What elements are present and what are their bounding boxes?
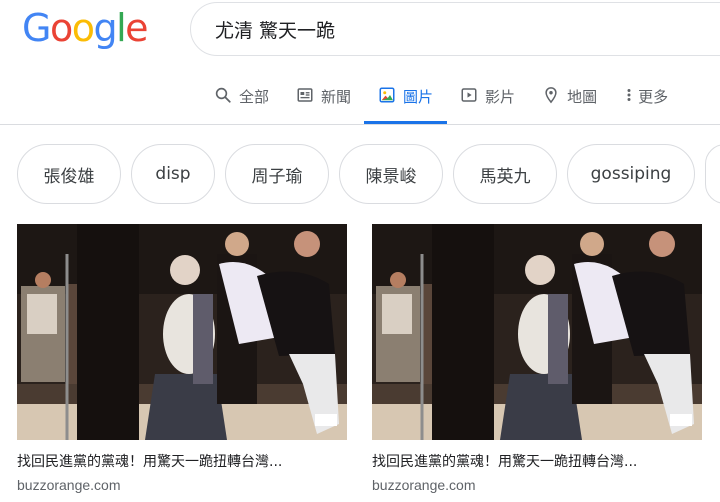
video-icon bbox=[461, 88, 477, 102]
search-box[interactable] bbox=[190, 2, 720, 56]
result-thumbnail[interactable] bbox=[17, 224, 347, 440]
more-vertical-icon bbox=[627, 89, 631, 101]
tab-label: 圖片 bbox=[403, 88, 434, 106]
chip-overflow[interactable] bbox=[705, 144, 720, 204]
tab-news[interactable]: 新聞 bbox=[296, 78, 351, 124]
logo-letter: o bbox=[71, 6, 95, 50]
logo-letter: G bbox=[22, 6, 51, 50]
image-result[interactable]: 找回民進黨的黨魂！用驚天一跪扭轉台灣... buzzorange.com bbox=[17, 224, 347, 493]
google-logo[interactable]: Google bbox=[22, 6, 149, 50]
tab-more[interactable]: 更多 bbox=[624, 78, 668, 124]
result-source[interactable]: buzzorange.com bbox=[372, 477, 702, 493]
logo-letter: e bbox=[125, 6, 148, 50]
tab-videos[interactable]: 影片 bbox=[460, 78, 515, 124]
tab-label: 地圖 bbox=[567, 88, 598, 106]
image-icon bbox=[379, 87, 395, 103]
tab-all[interactable]: 全部 bbox=[214, 78, 269, 124]
logo-letter: g bbox=[93, 6, 117, 50]
image-result[interactable]: 找回民進黨的黨魂！用驚天一跪扭轉台灣... buzzorange.com bbox=[372, 224, 702, 493]
result-title[interactable]: 找回民進黨的黨魂！用驚天一跪扭轉台灣... bbox=[17, 451, 347, 471]
chip-related-search[interactable]: gossiping bbox=[567, 144, 695, 204]
map-pin-icon bbox=[545, 87, 557, 104]
tab-maps[interactable]: 地圖 bbox=[542, 78, 597, 124]
chip-label: gossiping bbox=[590, 164, 672, 184]
search-tabs: 全部 新聞 圖片 影片 地圖 更多 bbox=[214, 78, 668, 124]
related-chips: 張俊雄 disp 周子瑜 陳景峻 馬英九 gossiping bbox=[17, 144, 720, 204]
search-input[interactable] bbox=[215, 3, 695, 55]
tab-label: 更多 bbox=[638, 88, 669, 106]
chip-related-search[interactable]: 陳景峻 bbox=[339, 144, 443, 204]
news-icon bbox=[297, 88, 313, 102]
logo-letter: o bbox=[49, 6, 73, 50]
result-source[interactable]: buzzorange.com bbox=[17, 477, 347, 493]
logo-letter: l bbox=[116, 6, 127, 50]
chip-related-search[interactable]: 周子瑜 bbox=[225, 144, 329, 204]
result-title[interactable]: 找回民進黨的黨魂！用驚天一跪扭轉台灣... bbox=[372, 451, 702, 471]
search-icon bbox=[215, 87, 231, 103]
header-divider bbox=[0, 124, 720, 125]
tab-label: 影片 bbox=[485, 88, 516, 106]
tab-label: 新聞 bbox=[321, 88, 352, 106]
chip-related-search[interactable]: disp bbox=[131, 144, 215, 204]
chip-related-search[interactable]: 張俊雄 bbox=[17, 144, 121, 204]
tab-label: 全部 bbox=[239, 88, 270, 106]
chip-related-search[interactable]: 馬英九 bbox=[453, 144, 557, 204]
tab-images[interactable]: 圖片 bbox=[364, 78, 448, 124]
result-thumbnail[interactable] bbox=[372, 224, 702, 440]
